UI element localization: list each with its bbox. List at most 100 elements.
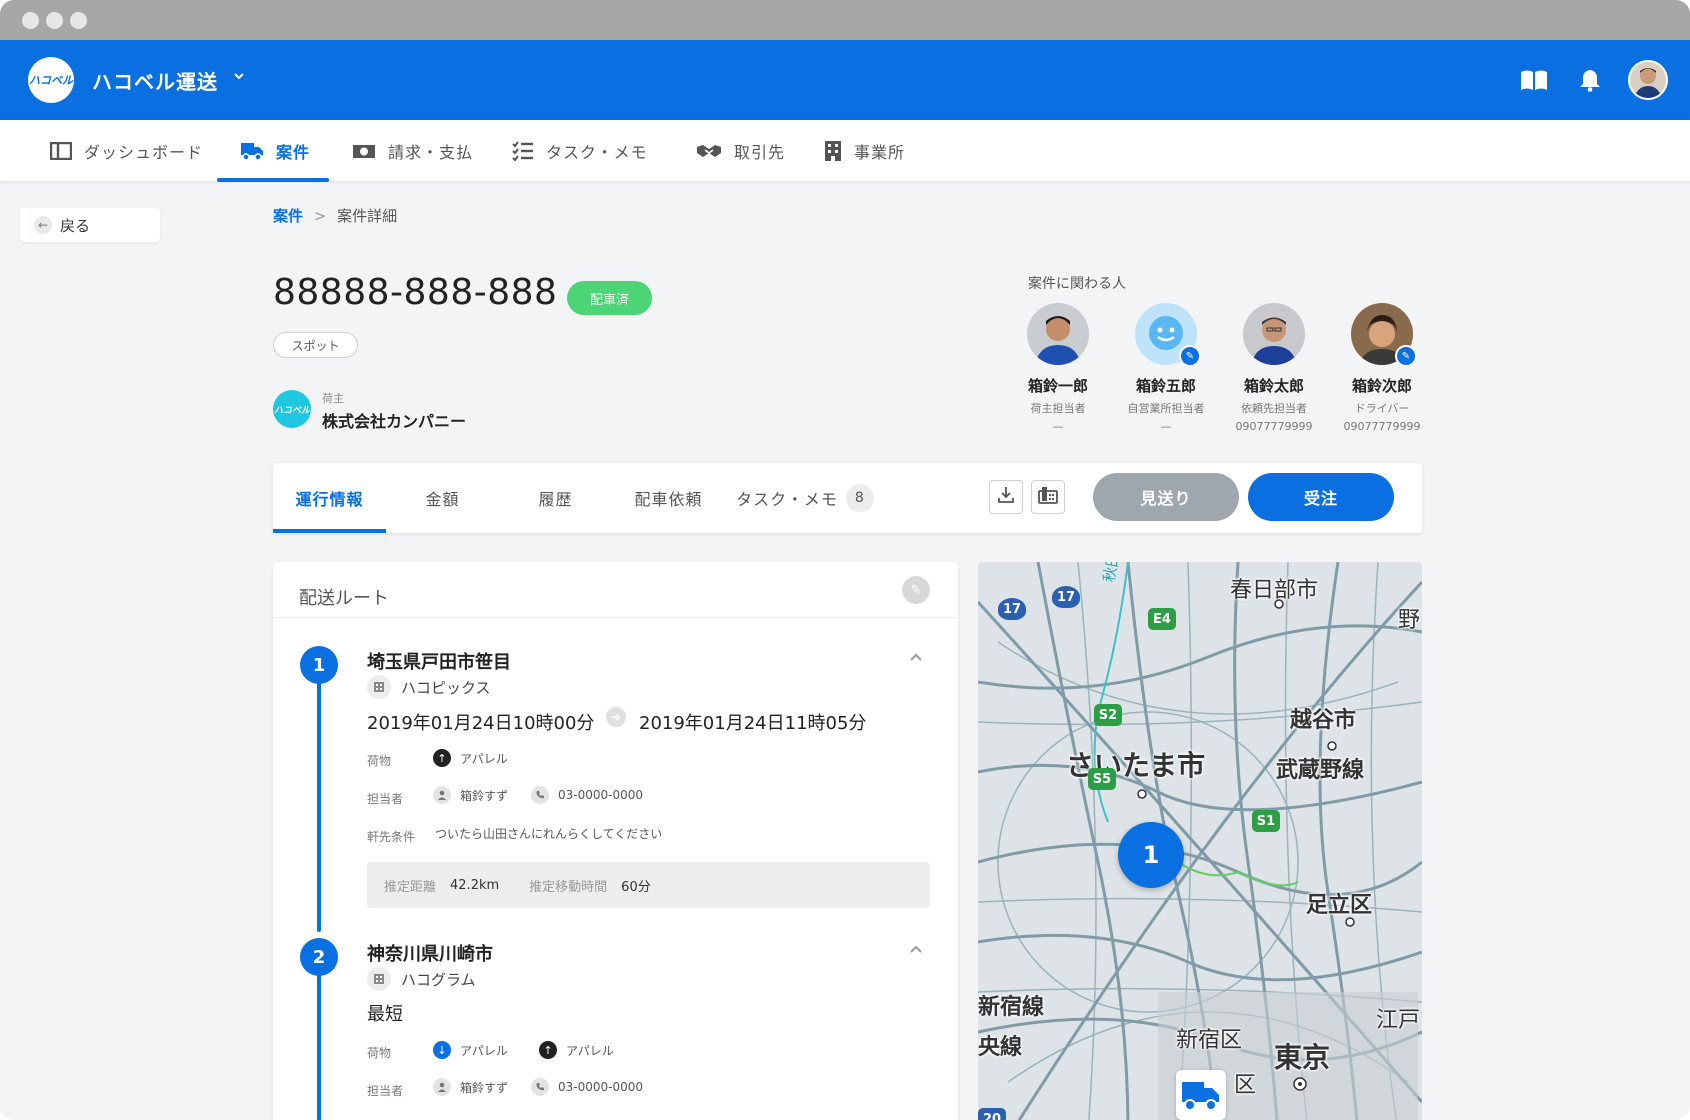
- cargo-item: ↓ アパレル: [433, 1041, 508, 1059]
- person-name: 箱鈴五郎: [1135, 377, 1196, 395]
- nav-item-dashboard[interactable]: ダッシュボード: [50, 120, 203, 182]
- tab-label: タスク・メモ: [736, 490, 838, 509]
- window-chrome: [0, 0, 1690, 40]
- bell-icon[interactable]: [1574, 64, 1606, 96]
- nav-label: 事業所: [854, 143, 906, 162]
- route-timeline-line: [317, 682, 321, 932]
- nav-label: 請求・支払: [388, 143, 474, 162]
- cargo-label: 荷物: [367, 1046, 392, 1060]
- contact-person: 箱鈴すず: [433, 1078, 508, 1096]
- window-minimize-dot[interactable]: [46, 12, 63, 29]
- breadcrumb-separator: >: [313, 207, 327, 225]
- person-role: 依頼先担当者: [1241, 402, 1307, 415]
- distance-label: 推定距離: [384, 879, 437, 895]
- avatar: [1027, 303, 1089, 365]
- tab-history[interactable]: 履歴: [499, 463, 612, 533]
- person-phone: 09077779999: [1235, 420, 1313, 433]
- person-role: 荷主担当者: [1030, 402, 1086, 415]
- pencil-icon[interactable]: ✎: [902, 576, 930, 604]
- person-phone: —: [1052, 420, 1064, 433]
- truck-icon[interactable]: [1176, 1070, 1226, 1120]
- nav-active-indicator: [217, 178, 329, 182]
- person-name: 箱鈴一郎: [1027, 377, 1088, 395]
- person-phone: 09077779999: [1343, 420, 1421, 433]
- pencil-icon[interactable]: ✎: [1179, 345, 1201, 367]
- detail-tabs-bar: 運行情報 金額 履歴 配車依頼 タスク・メモ 8 見送り 受注: [273, 463, 1422, 533]
- person-role: ドライバー: [1354, 402, 1410, 415]
- cargo-name: アパレル: [460, 751, 508, 766]
- nav-item-offices[interactable]: 事業所: [824, 120, 905, 182]
- building-icon: [367, 675, 391, 699]
- cargo-item: ↑ アパレル: [539, 1041, 614, 1059]
- shipper-name[interactable]: 株式会社カンパニー: [322, 408, 466, 432]
- book-icon[interactable]: [1518, 64, 1550, 96]
- person-icon: [433, 1078, 451, 1096]
- chevron-down-icon[interactable]: [233, 70, 245, 86]
- person-icon: [433, 786, 451, 804]
- stop-number-badge: 1: [300, 646, 338, 684]
- phone-number: 03-0000-0000: [558, 1080, 644, 1094]
- pencil-icon[interactable]: ✎: [1395, 345, 1417, 367]
- nav-label: 案件: [276, 143, 311, 162]
- skip-button[interactable]: 見送り: [1093, 473, 1239, 521]
- tab-tasks-memo[interactable]: タスク・メモ 8: [725, 463, 885, 533]
- route-map[interactable]: 春日部市 野 越谷市 武蔵野線 さいたま市 足立区 新宿線 央線 新宿区 東京 …: [978, 562, 1422, 1120]
- download-button[interactable]: [989, 480, 1023, 514]
- window-close-dot[interactable]: [22, 12, 39, 29]
- person-phone: —: [1160, 420, 1172, 433]
- avatar: [1243, 303, 1305, 365]
- nav-item-cases[interactable]: 案件: [240, 120, 310, 182]
- distance-value: 42.2km: [450, 877, 500, 893]
- back-label: 戻る: [60, 216, 91, 235]
- stop-time-text: 最短: [367, 1004, 403, 1025]
- building-icon: [367, 967, 391, 991]
- back-button[interactable]: ← 戻る: [20, 208, 160, 242]
- user-avatar[interactable]: [1628, 60, 1668, 100]
- nav-item-tasks[interactable]: タスク・メモ: [512, 120, 648, 182]
- person-name: 箱鈴次郎: [1351, 377, 1412, 395]
- phone-icon: [531, 786, 549, 804]
- breadcrumb-current: 案件詳細: [337, 207, 398, 225]
- case-type-chip: スポット: [273, 332, 358, 358]
- person-card[interactable]: 箱鈴太郎 依頼先担当者 09077779999: [1220, 303, 1328, 433]
- phone-icon: [531, 1078, 549, 1096]
- window-maximize-dot[interactable]: [70, 12, 87, 29]
- company-logo[interactable]: ハコベル: [28, 57, 74, 103]
- person-card[interactable]: ✎ 箱鈴次郎 ドライバー 09077779999: [1328, 303, 1436, 433]
- breadcrumb-link-cases[interactable]: 案件: [273, 207, 303, 225]
- nav-label: 取引先: [734, 143, 786, 162]
- accept-order-button[interactable]: 受注: [1248, 473, 1394, 521]
- contact-person: 箱鈴すず: [433, 786, 508, 804]
- people-title: 案件に関わる人: [1028, 276, 1126, 292]
- tab-amount[interactable]: 金額: [386, 463, 499, 533]
- chevron-up-icon[interactable]: [909, 650, 923, 666]
- fax-button[interactable]: [1031, 480, 1065, 514]
- avatar: ✎: [1135, 303, 1201, 367]
- nav-item-partners[interactable]: 取引先: [696, 120, 785, 182]
- person-card[interactable]: 箱鈴一郎 荷主担当者 —: [1004, 303, 1112, 433]
- chevron-up-icon[interactable]: [909, 942, 923, 958]
- duration-value: 60分: [621, 879, 651, 895]
- tab-count-badge: 8: [845, 484, 874, 512]
- handshake-icon: [696, 142, 722, 160]
- building-icon: [824, 140, 842, 162]
- contact-phone[interactable]: 03-0000-0000: [531, 1078, 643, 1096]
- stop-address: 埼玉県戸田市笹目: [367, 652, 511, 673]
- company-name[interactable]: ハコベル運送: [92, 66, 218, 95]
- facility-name: ハコピックス: [401, 678, 491, 697]
- tab-active-indicator: [273, 529, 386, 533]
- arrow-up-circle-icon: ↑: [539, 1041, 557, 1059]
- map-stop-marker[interactable]: 1: [1118, 822, 1184, 888]
- tab-dispatch-request[interactable]: 配車依頼: [612, 463, 725, 533]
- person-role: 自営業所担当者: [1127, 402, 1205, 415]
- contact-label: 担当者: [367, 792, 404, 806]
- contact-phone[interactable]: 03-0000-0000: [531, 786, 643, 804]
- arrow-down-circle-icon: ↓: [433, 1041, 451, 1059]
- status-badge: 配車済: [567, 281, 652, 315]
- delivery-route-card: 配送ルート ✎ 1 埼玉県戸田市笹目 ハコピックス 2019年01月24日10時…: [273, 562, 958, 1120]
- tab-operation-info[interactable]: 運行情報: [273, 463, 386, 533]
- nav-item-billing[interactable]: 請求・支払: [352, 120, 473, 182]
- person-card[interactable]: ✎ 箱鈴五郎 自営業所担当者 —: [1112, 303, 1220, 433]
- shipper-logo: ハコベル: [273, 390, 311, 428]
- stop-note: ついたら山田さんにれんらくしてください: [435, 827, 663, 841]
